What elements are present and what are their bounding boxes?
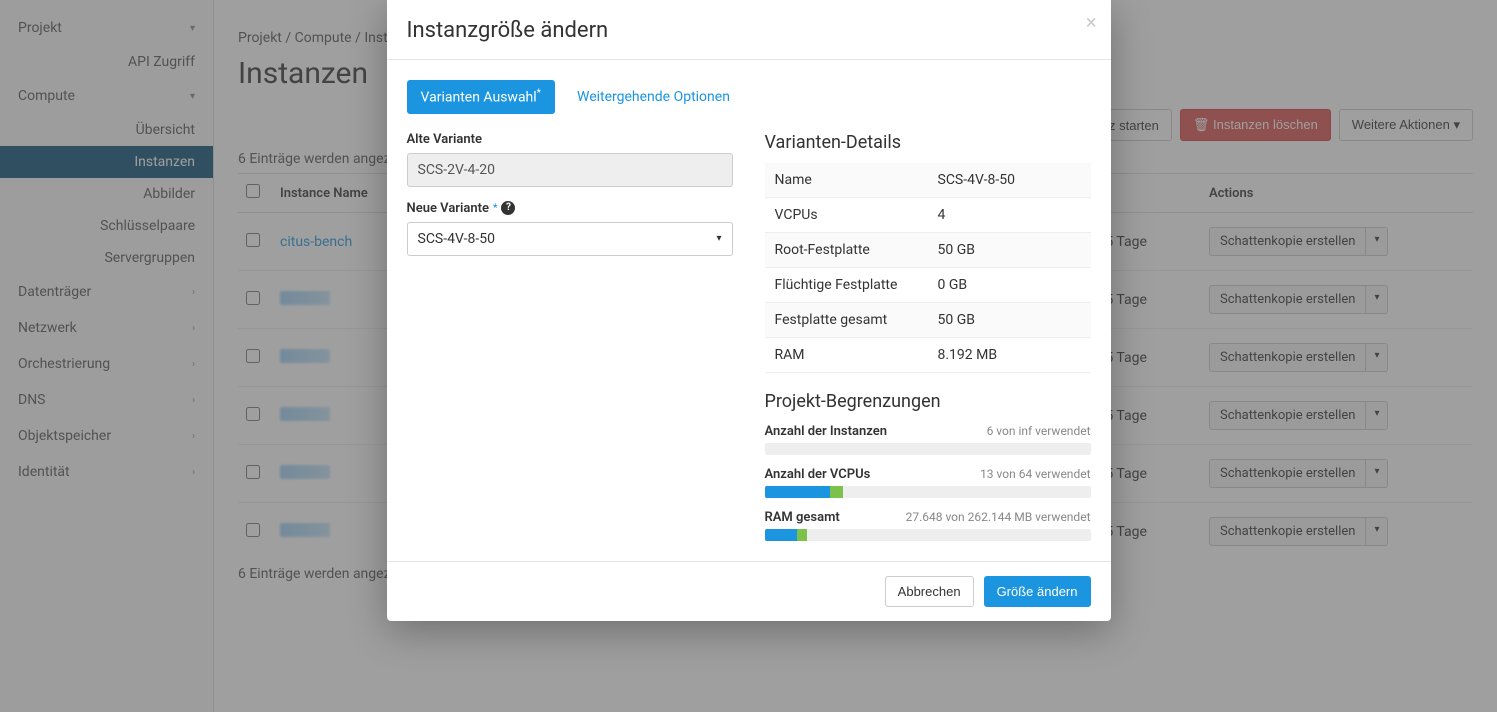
quota-bar-ram: [765, 529, 1091, 541]
quota-bar-vcpus: [765, 486, 1091, 498]
detail-val: 0 GB: [928, 267, 1091, 302]
quota-value: 27.648 von 262.144 MB verwendet: [906, 510, 1091, 525]
detail-key: Festplatte gesamt: [765, 302, 928, 337]
old-flavor-label: Alte Variante: [407, 132, 733, 147]
detail-key: Root-Festplatte: [765, 232, 928, 267]
quota-label: Anzahl der VCPUs: [765, 467, 871, 482]
old-flavor-input: SCS-2V-4-20: [407, 153, 733, 187]
info-icon[interactable]: ?: [501, 201, 515, 215]
quota-label: Anzahl der Instanzen: [765, 424, 887, 439]
new-flavor-label: Neue Variante * ?: [407, 201, 733, 216]
resize-confirm-button[interactable]: Größe ändern: [984, 576, 1091, 607]
close-icon[interactable]: ×: [1086, 10, 1097, 34]
modal-title: Instanzgröße ändern: [407, 18, 1091, 43]
detail-key: Name: [765, 163, 928, 198]
detail-val: 50 GB: [928, 232, 1091, 267]
tab-label: Varianten Auswahl: [421, 90, 537, 106]
quota-bar-instances: [765, 443, 1091, 455]
detail-key: VCPUs: [765, 197, 928, 232]
caret-down-icon: ▾: [716, 233, 721, 244]
quota-value: 13 von 64 verwendet: [980, 467, 1090, 482]
detail-key: RAM: [765, 337, 928, 372]
flavor-details-title: Varianten-Details: [765, 132, 1091, 153]
detail-key: Flüchtige Festplatte: [765, 267, 928, 302]
select-value: SCS-4V-8-50: [418, 231, 495, 247]
tab-flavor-choice[interactable]: Varianten Auswahl*: [407, 80, 555, 114]
detail-val: 8.192 MB: [928, 337, 1091, 372]
quota-label: RAM gesamt: [765, 510, 840, 525]
detail-val: 50 GB: [928, 302, 1091, 337]
tab-advanced[interactable]: Weitergehende Optionen: [563, 81, 744, 113]
detail-val: 4: [928, 197, 1091, 232]
flavor-details-table: NameSCS-4V-8-50 VCPUs4 Root-Festplatte50…: [765, 163, 1091, 373]
quota-value: 6 von inf verwendet: [987, 424, 1091, 439]
detail-val: SCS-4V-8-50: [928, 163, 1091, 198]
new-flavor-select[interactable]: SCS-4V-8-50 ▾: [407, 222, 733, 256]
cancel-button[interactable]: Abbrechen: [885, 576, 974, 607]
label-text: Neue Variante: [407, 201, 489, 216]
project-limits-title: Projekt-Begrenzungen: [765, 391, 1091, 412]
resize-modal: Instanzgröße ändern × Varianten Auswahl*…: [387, 0, 1111, 621]
